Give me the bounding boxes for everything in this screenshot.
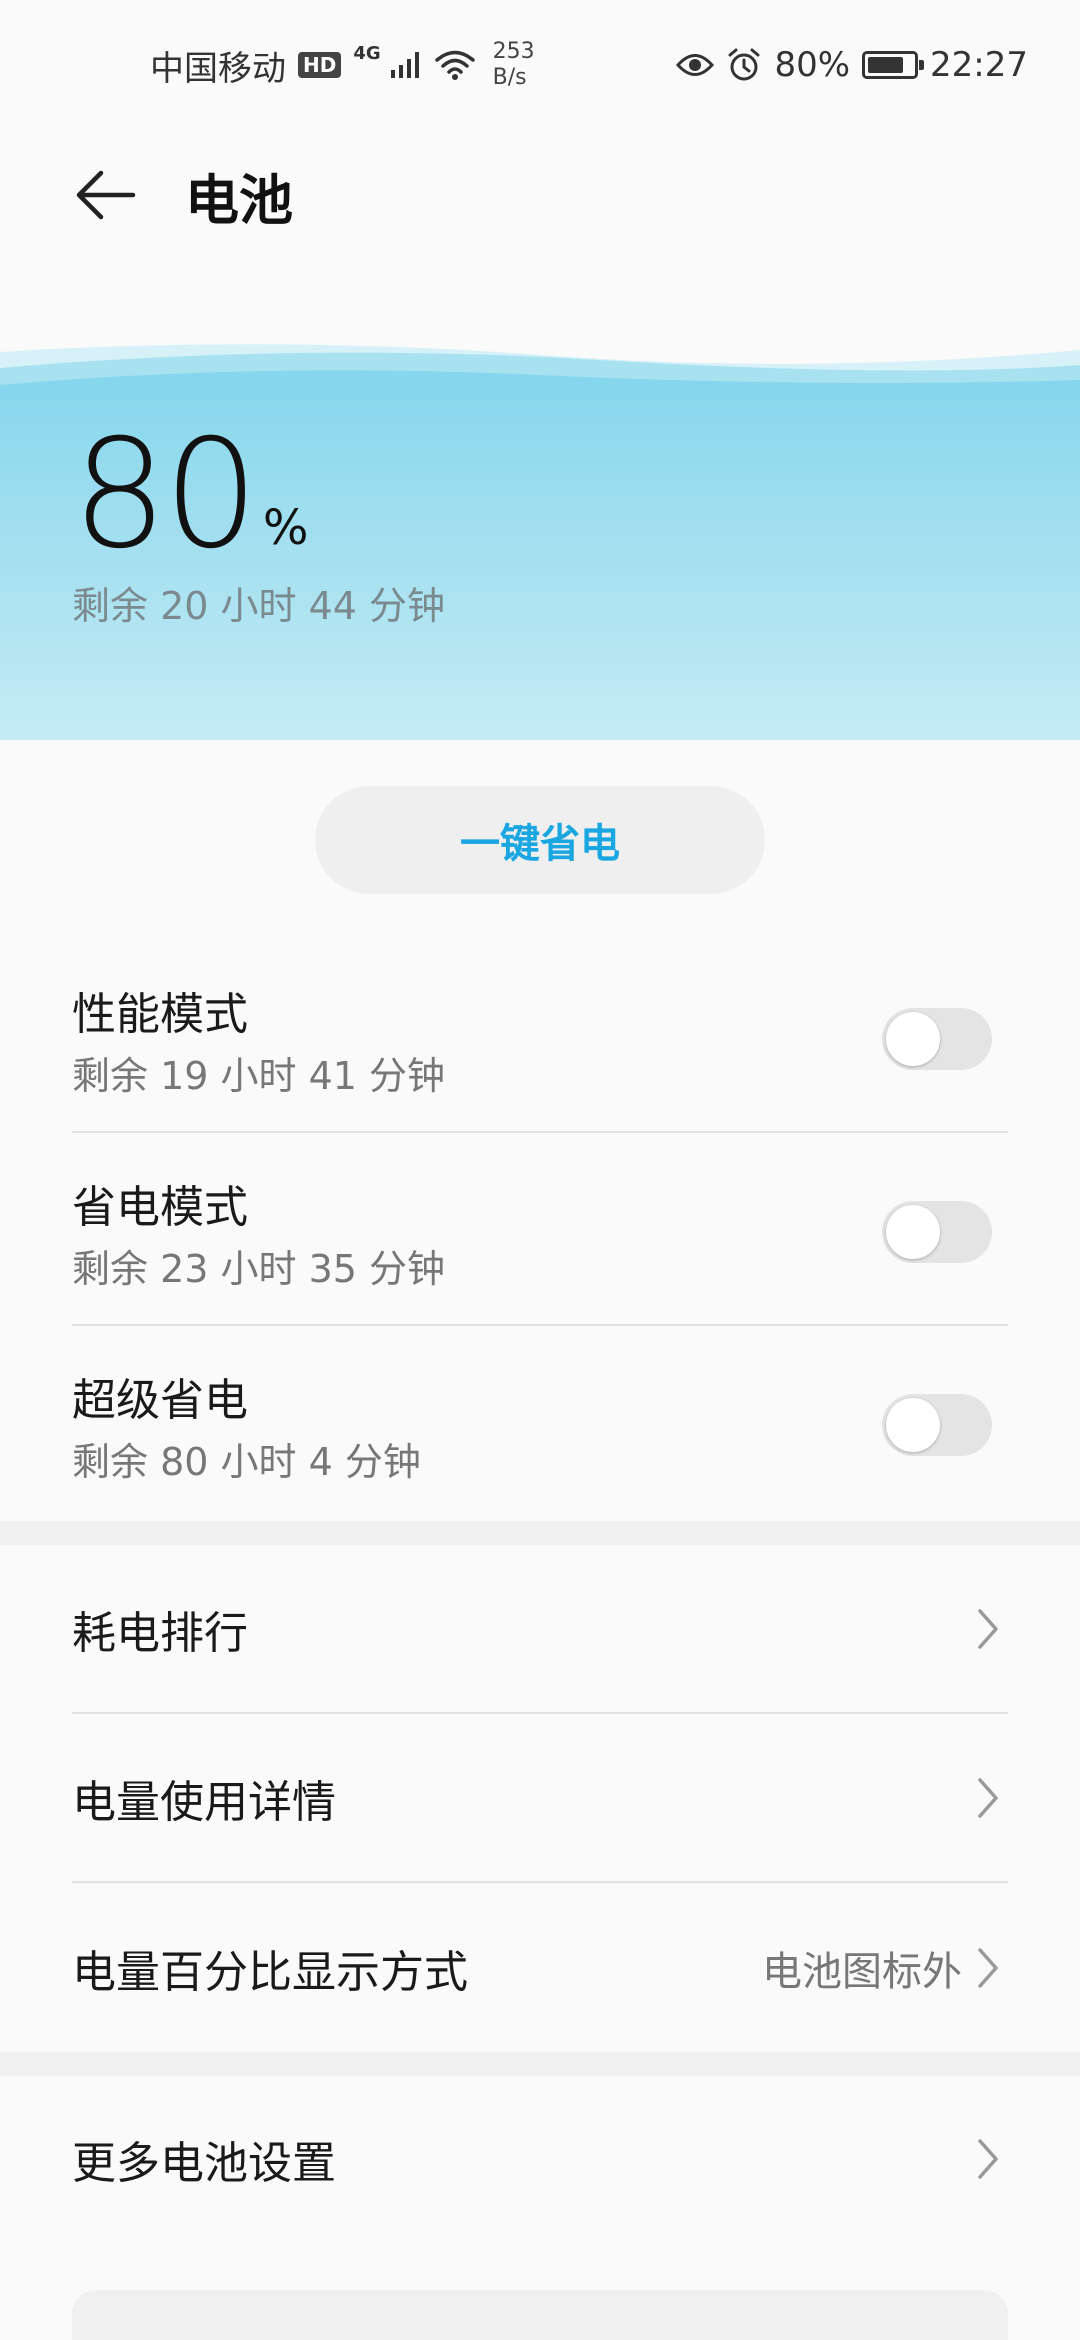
power-saving-mode-row[interactable]: 省电模式 剩余 23 小时 35 分钟 [72,1133,1008,1326]
section-divider [0,2052,1080,2076]
clock: 22:27 [930,45,1028,85]
network-type: 4G [353,42,381,64]
battery-hero: 80 % 剩余 20 小时 44 分钟 [0,330,1080,740]
mode-title: 省电模式 [72,1182,248,1233]
power-mode-list: 性能模式 剩余 19 小时 41 分钟 省电模式 剩余 23 小时 35 分钟 … [0,940,1080,1519]
more-battery-settings-row[interactable]: 更多电池设置 [72,2076,1008,2241]
nav-right: 电池图标外 [762,1883,1000,2052]
chevron-right-icon [978,1947,998,1988]
nav-label: 电量使用详情 [72,1776,336,1828]
performance-mode-toggle[interactable] [882,1008,992,1070]
mode-remaining: 剩余 19 小时 41 分钟 [72,1054,446,1098]
battery-percent-text: 80% [774,45,851,85]
toggle-knob [886,1398,940,1452]
chevron-right-icon [978,2138,998,2179]
power-saving-mode-toggle[interactable] [882,1201,992,1263]
battery-level-unit: % [262,500,309,556]
mode-remaining: 剩余 23 小时 35 分钟 [72,1247,446,1291]
usage-details-row[interactable]: 电量使用详情 [72,1714,1008,1883]
back-arrow-icon [76,170,136,220]
performance-mode-row[interactable]: 性能模式 剩余 19 小时 41 分钟 [72,940,1008,1133]
carrier-name: 中国移动 [150,48,286,89]
nav-right [976,1545,1000,1712]
chevron-right-icon [978,1608,998,1649]
more-settings-list: 更多电池设置 [0,2076,1080,2241]
network-speed-unit: B/s [492,65,527,90]
toggle-knob [886,1012,940,1066]
nav-label: 耗电排行 [72,1607,248,1659]
section-divider [0,1521,1080,1545]
status-bar-left: 中国移动 HD 4G 253 B/s [150,39,535,91]
back-button[interactable] [45,130,165,260]
nav-label: 电量百分比显示方式 [72,1946,468,1998]
nav-right [976,2076,1000,2241]
battery-level-display: 80 % [72,420,308,570]
battery-info-list: 耗电排行 电量使用详情 电量百分比显示方式 电池图标外 [0,1545,1080,2052]
alarm-icon [728,48,760,81]
percentage-display-value: 电池图标外 [762,1948,962,1995]
battery-icon [862,51,925,79]
battery-level-value: 80 [72,408,259,582]
nav-label: 更多电池设置 [72,2137,336,2189]
battery-fill [868,57,904,73]
network-speed-value: 253 [492,39,535,64]
wave-decoration [0,330,1080,400]
mode-title: 性能模式 [72,989,248,1040]
one-key-save-button[interactable]: 一键省电 [315,786,765,894]
nav-right [976,1714,1000,1881]
app-header: 电池 [0,130,1080,260]
mode-remaining: 剩余 80 小时 4 分钟 [72,1440,421,1484]
remaining-time: 剩余 20 小时 44 分钟 [72,584,446,628]
bottom-card [72,2290,1008,2340]
power-consumption-ranking-row[interactable]: 耗电排行 [72,1545,1008,1714]
network-speed: 253 B/s [493,39,535,91]
toggle-knob [886,1205,940,1259]
signal-icon [390,52,419,78]
eye-icon [676,54,715,76]
battery-settings-screen: 中国移动 HD 4G 253 B/s 80% 22:27 电池 80 % 剩余 … [0,0,1080,2340]
ultra-power-saving-toggle[interactable] [882,1394,992,1456]
ultra-power-saving-row[interactable]: 超级省电 剩余 80 小时 4 分钟 [72,1326,1008,1519]
page-title: 电池 [185,168,293,232]
percentage-display-row[interactable]: 电量百分比显示方式 电池图标外 [72,1883,1008,2052]
chevron-right-icon [978,1777,998,1818]
status-bar-right: 80% 22:27 [676,45,1028,85]
hd-icon: HD [298,52,342,78]
status-bar: 中国移动 HD 4G 253 B/s 80% 22:27 [0,0,1080,130]
mode-title: 超级省电 [72,1375,248,1426]
wifi-icon [434,50,475,80]
